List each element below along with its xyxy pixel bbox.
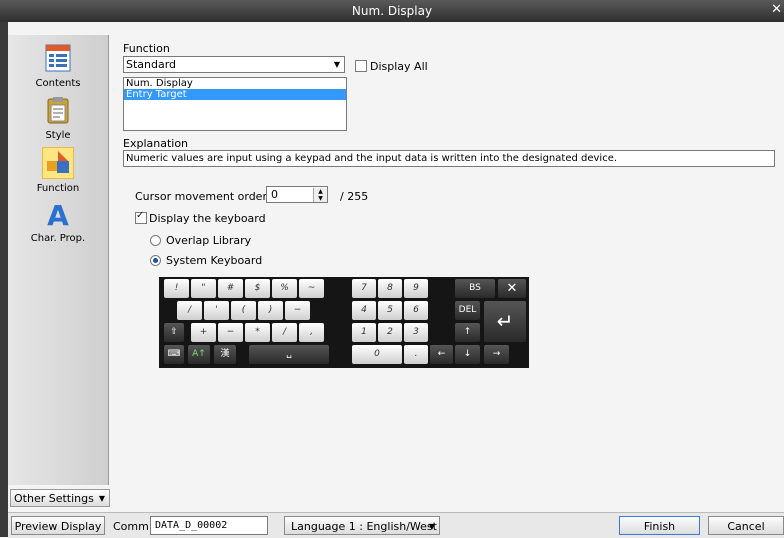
other-settings-button[interactable]: Other Settings ▼ — [10, 489, 110, 507]
window-title: Num. Display — [351, 4, 433, 18]
key: ( — [231, 301, 256, 320]
close-icon: ✕ — [498, 279, 526, 298]
overlap-library-radio[interactable] — [150, 235, 161, 246]
key: 5 — [378, 301, 402, 320]
key: , — [299, 323, 324, 342]
other-settings-label: Other Settings — [14, 492, 94, 505]
sidebar-item-label: Contents — [35, 78, 81, 89]
chevron-down-icon: ▼ — [98, 494, 105, 503]
language-select[interactable]: Language 1 : English/West ▼ — [284, 516, 440, 535]
keyboard-preview: ! " # $ % ~ 7 8 9 BS ✕ / ' ( ) − 4 5 6 D… — [159, 277, 529, 368]
title-bar: Num. Display ✕ — [0, 0, 784, 22]
key: / — [177, 301, 202, 320]
list-item[interactable]: Num. Display — [124, 78, 346, 89]
display-all-label: Display All — [370, 60, 428, 73]
keyboard-icon: ⌨ — [164, 345, 184, 364]
alpha-key: A↑ — [188, 345, 210, 364]
key: 7 — [352, 279, 376, 298]
window-frame — [0, 22, 8, 537]
delete-key: DEL — [455, 301, 480, 320]
chevron-down-icon: ▼ — [333, 60, 340, 69]
key: 2 — [378, 323, 402, 342]
cursor-order-stepper[interactable]: 0 ▲ ▼ — [266, 186, 328, 203]
preview-display-button[interactable]: Preview Display — [11, 516, 105, 535]
display-keyboard-checkbox[interactable] — [135, 210, 147, 224]
comm-field[interactable]: DATA_D_00002 — [150, 516, 268, 535]
sidebar-item-function[interactable]: Function — [8, 147, 108, 194]
spin-up-icon[interactable]: ▲ — [313, 188, 327, 195]
backspace-key: BS — [455, 279, 495, 298]
key: # — [218, 279, 243, 298]
key: 4 — [352, 301, 376, 320]
contents-icon — [43, 43, 73, 73]
shift-icon: ⇧ — [164, 323, 184, 342]
char-prop-icon: A — [47, 199, 69, 232]
key: " — [191, 279, 216, 298]
key: ) — [258, 301, 283, 320]
language-select-value: Language 1 : English/West — [291, 520, 437, 533]
display-all-checkbox[interactable] — [355, 60, 367, 72]
overlap-library-label: Overlap Library — [166, 234, 252, 247]
sidebar-item-label: Style — [45, 130, 71, 141]
key: 8 — [378, 279, 402, 298]
system-keyboard-radio[interactable] — [150, 255, 161, 266]
function-select[interactable]: Standard ▼ — [123, 56, 345, 73]
finish-button[interactable]: Finish — [619, 516, 700, 535]
style-icon — [43, 95, 73, 125]
sidebar-item-char-prop[interactable]: A Char. Prop. — [8, 199, 108, 245]
space-key: ␣ — [249, 345, 329, 364]
cursor-order-max: / 255 — [340, 190, 369, 203]
key: . — [404, 345, 428, 364]
arrow-right-icon: → — [484, 345, 509, 364]
kanji-key: 漢 — [214, 345, 236, 364]
cursor-order-label: Cursor movement order — [135, 190, 267, 203]
key: ! — [164, 279, 189, 298]
key: − — [218, 323, 243, 342]
function-listbox[interactable]: Num. Display Entry Target — [123, 77, 347, 131]
enter-key: ↵ — [484, 301, 526, 342]
sidebar-item-style[interactable]: Style — [8, 95, 108, 141]
sidebar-item-label: Char. Prop. — [30, 233, 86, 244]
display-keyboard-label: Display the keyboard — [149, 212, 266, 225]
system-keyboard-label: System Keyboard — [166, 254, 263, 267]
list-item[interactable]: Entry Target — [124, 89, 346, 100]
key: / — [272, 323, 297, 342]
function-icon — [42, 147, 74, 179]
explanation-text: Numeric values are input using a keypad … — [123, 150, 775, 167]
key: 9 — [404, 279, 428, 298]
key: 3 — [404, 323, 428, 342]
cancel-button[interactable]: Cancel — [708, 516, 784, 535]
arrow-left-icon: ← — [430, 345, 453, 364]
key: 0 — [352, 345, 402, 364]
close-icon[interactable]: ✕ — [771, 2, 782, 17]
key: * — [245, 323, 270, 342]
arrow-down-icon: ↓ — [455, 345, 480, 364]
function-select-value: Standard — [126, 58, 177, 71]
key: + — [191, 323, 216, 342]
sidebar-item-contents[interactable]: Contents — [8, 43, 108, 89]
explanation-label: Explanation — [123, 137, 189, 150]
chevron-down-icon: ▼ — [428, 522, 435, 531]
sidebar-item-label: Function — [36, 183, 80, 194]
key: $ — [245, 279, 270, 298]
key: 1 — [352, 323, 376, 342]
spin-down-icon[interactable]: ▼ — [313, 195, 327, 202]
arrow-up-icon: ↑ — [455, 323, 480, 342]
function-label: Function — [123, 42, 170, 55]
comm-label: Comm — [113, 520, 149, 533]
cursor-order-value: 0 — [271, 188, 278, 201]
key: ' — [204, 301, 229, 320]
key: 6 — [404, 301, 428, 320]
sidebar: Contents Style Function A Char. Prop. — [8, 35, 109, 485]
key: ~ — [299, 279, 324, 298]
key: − — [285, 301, 310, 320]
key: % — [272, 279, 297, 298]
